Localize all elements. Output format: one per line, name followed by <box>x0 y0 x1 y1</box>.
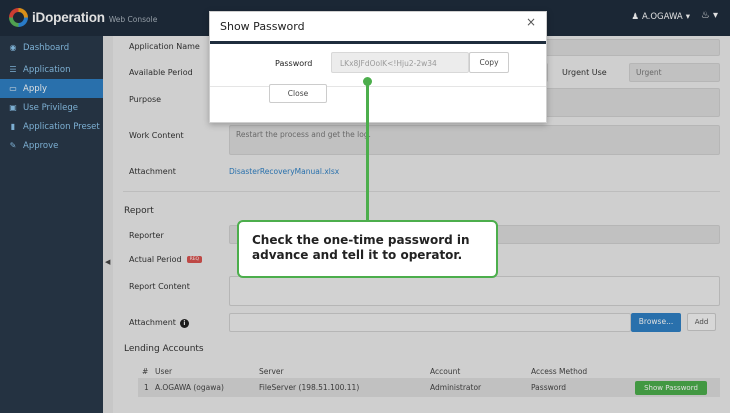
copy-button[interactable]: Copy <box>469 52 509 73</box>
close-button[interactable]: Close <box>269 84 327 103</box>
callout-pointer-dot <box>363 77 372 86</box>
dialog-header: Show Password × <box>210 12 546 44</box>
tutorial-callout: Check the one-time password in advance a… <box>237 220 498 278</box>
password-label: Password <box>275 59 313 68</box>
dialog-body: Password LKx8JFdOolK<!Hju2-2w34 Copy <box>210 44 546 87</box>
close-icon[interactable]: × <box>526 15 536 29</box>
dialog-title: Show Password <box>220 20 305 33</box>
show-password-dialog: Show Password × Password LKx8JFdOolK<!Hj… <box>209 11 547 123</box>
password-field[interactable]: LKx8JFdOolK<!Hju2-2w34 <box>331 52 469 73</box>
callout-pointer-line <box>366 84 369 220</box>
